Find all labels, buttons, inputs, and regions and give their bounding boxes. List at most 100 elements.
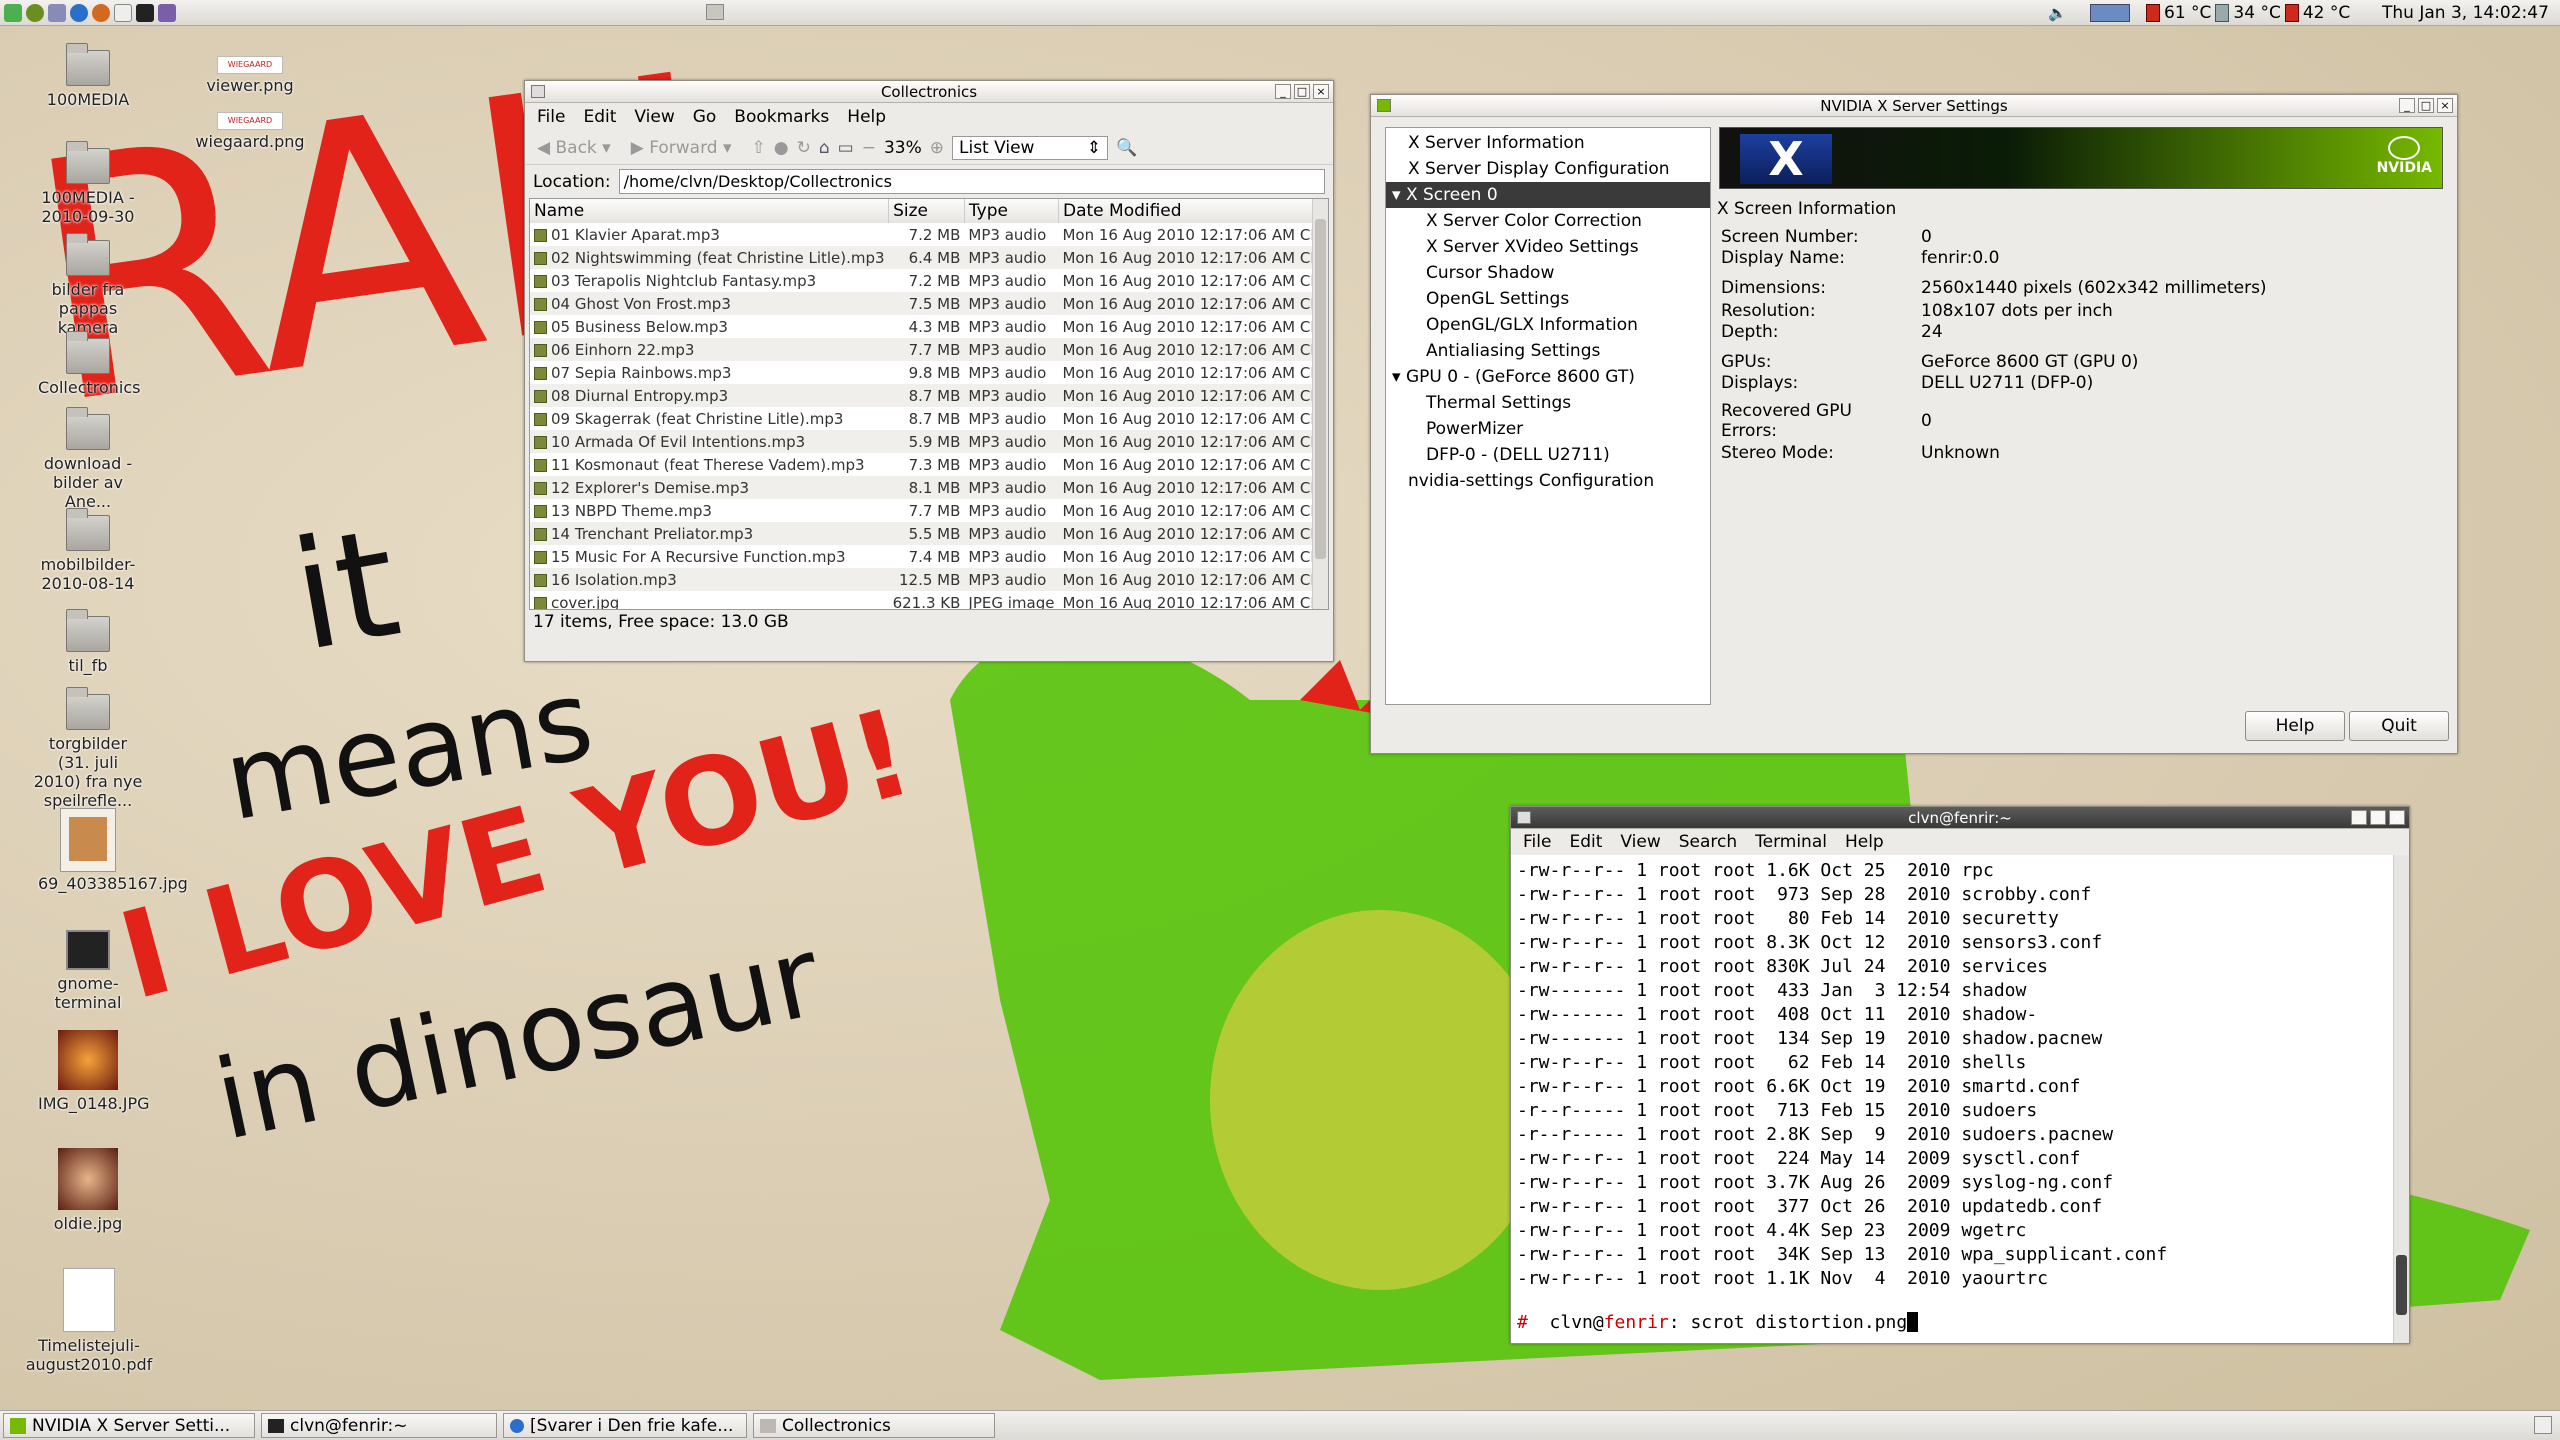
file-row[interactable]: 14 Trenchant Preliator.mp3 5.5 MB MP3 audi… [530, 522, 1328, 545]
desktop-icon-100media[interactable]: 100MEDIA [38, 43, 138, 109]
home-icon[interactable]: ⌂ [819, 138, 830, 158]
task-browser[interactable]: [Svarer i Den frie kafe... [503, 1413, 747, 1438]
window-menu-icon[interactable] [531, 85, 545, 98]
file-row[interactable]: 03 Terapolis Nightclub Fantasy.mp3 7.2 MB… [530, 269, 1328, 292]
task-file-manager[interactable]: Collectronics [753, 1413, 995, 1438]
menu-edit[interactable]: Edit [1569, 832, 1602, 852]
clock[interactable]: Thu Jan 3, 14:02:47 [2382, 3, 2549, 23]
minimize-button[interactable]: _ [2399, 98, 2415, 113]
file-row[interactable]: 15 Music For A Recursive Function.mp3 7.4… [530, 545, 1328, 568]
up-icon[interactable]: ⇧ [752, 138, 766, 158]
menu-edit[interactable]: Edit [583, 107, 616, 127]
menu-search[interactable]: Search [1679, 832, 1737, 852]
file-row[interactable]: 07 Sepia Rainbows.mp3 9.8 MB MP3 audio Mon … [530, 361, 1328, 384]
app-launcher-icon[interactable] [26, 3, 44, 22]
close-button[interactable]: × [2437, 98, 2453, 113]
desktop-icon-collectronics[interactable]: Collectronics [38, 331, 141, 397]
desktop-icon-img0148[interactable]: IMG_0148.JPG [38, 1030, 150, 1113]
file-row[interactable]: 13 NBPD Theme.mp3 7.7 MB MP3 audio Mon 16 A… [530, 499, 1328, 522]
desktop-icon-100media-2010[interactable]: 100MEDIA - 2010-09-30 [38, 141, 138, 226]
tree-item-selected[interactable]: ▾ X Screen 0 [1386, 182, 1710, 208]
file-row[interactable]: 12 Explorer's Demise.mp3 8.1 MB MP3 audio M… [530, 476, 1328, 499]
file-row[interactable]: 11 Kosmonaut (feat Therese Vadem).mp3 7.3… [530, 453, 1328, 476]
tree-item[interactable]: X Server XVideo Settings [1386, 234, 1710, 260]
trash-icon[interactable] [2534, 1416, 2552, 1434]
file-row[interactable]: 10 Armada Of Evil Intentions.mp3 5.9 MB MP… [530, 430, 1328, 453]
editor-icon[interactable] [114, 3, 132, 22]
zoom-in-icon[interactable]: ⊕ [930, 138, 944, 158]
reload-icon[interactable]: ↻ [797, 138, 811, 158]
desktop-icon-oldie[interactable]: oldie.jpg [38, 1148, 138, 1233]
computer-icon[interactable]: ▭ [838, 138, 854, 158]
maximize-button[interactable]: □ [1294, 84, 1310, 99]
desktop-icon-pappas-kamera[interactable]: bilder fra pappas kamera [38, 233, 138, 337]
file-row[interactable]: 05 Business Below.mp3 4.3 MB MP3 audio Mon … [530, 315, 1328, 338]
file-list-scrollbar[interactable] [1312, 199, 1328, 609]
tree-item[interactable]: nvidia-settings Configuration [1386, 468, 1710, 494]
window-menu-icon[interactable] [1517, 811, 1531, 824]
terminal-scrollbar[interactable] [2393, 855, 2409, 1343]
tree-item[interactable]: X Server Display Configuration [1386, 156, 1710, 182]
close-button[interactable]: × [2389, 810, 2405, 825]
tree-item[interactable]: OpenGL Settings [1386, 286, 1710, 312]
task-terminal[interactable]: clvn@fenrir:~ [261, 1413, 497, 1438]
menu-help[interactable]: Help [847, 107, 886, 127]
desktop-icon-jpg[interactable]: 69_403385167.jpg [38, 808, 188, 893]
file-row[interactable]: 01 Klavier Aparat.mp3 7.2 MB MP3 audio Mon … [530, 223, 1328, 246]
menu-bookmarks[interactable]: Bookmarks [734, 107, 829, 127]
menu-terminal[interactable]: Terminal [1755, 832, 1827, 852]
column-size[interactable]: Size [888, 199, 965, 223]
location-input[interactable]: /home/clvn/Desktop/Collectronics [618, 169, 1325, 194]
zoom-out-icon[interactable]: − [862, 138, 876, 158]
file-row[interactable]: 09 Skagerrak (feat Christine Litle).mp3 8… [530, 407, 1328, 430]
desktop-icon-mobilbilder[interactable]: mobilbilder-2010-08-14 [38, 508, 138, 593]
tree-item[interactable]: PowerMizer [1386, 416, 1710, 442]
zoom-level[interactable]: 33% [884, 138, 922, 158]
column-name[interactable]: Name [530, 199, 890, 223]
menu-file[interactable]: File [1523, 832, 1551, 852]
file-row[interactable]: cover.jpg 621.3 KB JPEG image Mon 16 Aug 20… [530, 591, 1328, 609]
close-button[interactable]: × [1313, 84, 1329, 99]
task-nvidia[interactable]: NVIDIA X Server Setti... [3, 1413, 255, 1438]
help-button[interactable]: Help [2245, 711, 2345, 741]
minimize-button[interactable]: _ [1275, 84, 1291, 99]
file-row[interactable]: 06 Einhorn 22.mp3 7.7 MB MP3 audio Mon 16 A… [530, 338, 1328, 361]
forward-button[interactable]: ▶ Forward ▾ [631, 138, 732, 158]
tree-item[interactable]: Antialiasing Settings [1386, 338, 1710, 364]
menu-go[interactable]: Go [693, 107, 717, 127]
settings-launcher-icon[interactable] [158, 3, 176, 22]
tree-item[interactable]: X Server Information [1386, 130, 1710, 156]
terminal-prompt[interactable]: # clvn@fenrir: scrot distortion.png [1517, 1311, 1919, 1335]
desktop-icon-torgbilder[interactable]: torgbilder (31. juli 2010) fra nye speil… [32, 687, 144, 810]
file-row[interactable]: 02 Nightswimming (feat Christine Litle).… [530, 246, 1328, 269]
tree-item[interactable]: X Server Color Correction [1386, 208, 1710, 234]
terminal-output[interactable]: -rw-r--r-- 1 root root 1.6K Oct 25 2010 … [1517, 859, 2167, 1291]
firefox-icon[interactable] [92, 3, 110, 22]
desktop-icon-download[interactable]: download - bilder av Ane... [38, 407, 138, 511]
desktop-icon-gnome-terminal[interactable]: gnome-terminal [38, 930, 138, 1012]
file-row[interactable]: 08 Diurnal Entropy.mp3 8.7 MB MP3 audio Mon… [530, 384, 1328, 407]
desktop-icon-til-fb[interactable]: til_fb [38, 609, 138, 675]
quit-button[interactable]: Quit [2349, 711, 2449, 741]
file-manager-titlebar[interactable]: Collectronics _ □ × [525, 81, 1333, 103]
desktop-icon-viewer[interactable]: WIEGAARD viewer.png [196, 56, 304, 95]
menu-view[interactable]: View [634, 107, 674, 127]
tree-item[interactable]: DFP-0 - (DELL U2711) [1386, 442, 1710, 468]
back-button[interactable]: ◀ Back ▾ [537, 138, 611, 158]
terminal-launcher-icon[interactable] [136, 3, 154, 22]
nvidia-window-icon[interactable] [1377, 99, 1391, 112]
stop-icon[interactable]: ● [774, 138, 789, 158]
desktop-icon-pdf[interactable]: Timelistejuli-august2010.pdf [24, 1268, 154, 1374]
maximize-button[interactable]: □ [2418, 98, 2434, 113]
nvidia-titlebar[interactable]: NVIDIA X Server Settings _ □ × [1371, 95, 2457, 117]
arch-menu-icon[interactable] [4, 3, 22, 22]
column-date[interactable]: Date Modified [1058, 199, 1328, 223]
file-row[interactable]: 16 Isolation.mp3 12.5 MB MP3 audio Mon 16 A… [530, 568, 1328, 591]
tree-item[interactable]: Thermal Settings [1386, 390, 1710, 416]
column-type[interactable]: Type [964, 199, 1059, 223]
view-mode-select[interactable]: List View ⇕ [952, 135, 1108, 160]
music-icon[interactable] [48, 3, 66, 22]
show-desktop-icon[interactable] [706, 4, 724, 20]
search-icon[interactable]: 🔍 [1116, 138, 1137, 158]
menu-file[interactable]: File [537, 107, 565, 127]
